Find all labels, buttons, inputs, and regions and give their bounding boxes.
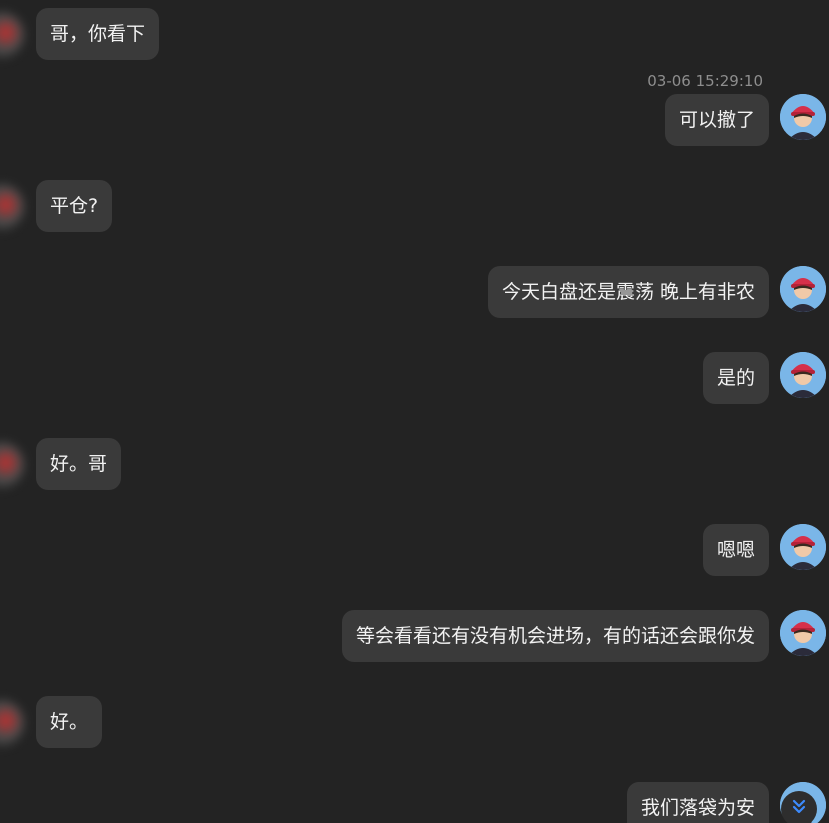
chat-window: 哥，你看下 03-06 15:29:10 可以撤了 平仓? 今天白盘还是震荡 晚… bbox=[0, 0, 829, 823]
user-avatar[interactable] bbox=[780, 266, 826, 312]
contact-avatar[interactable] bbox=[0, 184, 24, 230]
message-bubble-incoming[interactable]: 平仓? bbox=[36, 180, 113, 232]
message-text: 嗯嗯 bbox=[716, 539, 755, 561]
message-timestamp: 03-06 15:29:10 bbox=[647, 72, 763, 90]
message-bubble-incoming[interactable]: 哥，你看下 bbox=[36, 8, 160, 60]
scroll-to-bottom-button[interactable] bbox=[781, 791, 817, 823]
user-avatar[interactable] bbox=[780, 94, 826, 140]
double-chevron-down-icon bbox=[789, 797, 809, 821]
message-bubble-outgoing[interactable]: 嗯嗯 bbox=[702, 524, 769, 576]
message-text: 是的 bbox=[716, 367, 755, 389]
message-bubble-incoming[interactable]: 好。哥 bbox=[36, 438, 122, 490]
message-text: 平仓? bbox=[50, 195, 99, 217]
contact-avatar[interactable] bbox=[0, 442, 24, 488]
user-avatar[interactable] bbox=[780, 352, 826, 398]
message-bubble-incoming[interactable]: 好。 bbox=[36, 696, 103, 748]
message-text: 好。 bbox=[50, 711, 89, 733]
message-text: 好。哥 bbox=[50, 453, 108, 475]
message-bubble-outgoing[interactable]: 我们落袋为安 bbox=[626, 782, 769, 823]
message-text: 今天白盘还是震荡 晚上有非农 bbox=[501, 281, 755, 303]
message-text: 等会看看还有没有机会进场，有的话还会跟你发 bbox=[355, 625, 755, 647]
message-bubble-outgoing[interactable]: 可以撤了 bbox=[664, 94, 769, 146]
contact-avatar[interactable] bbox=[0, 700, 24, 746]
message-bubble-outgoing[interactable]: 是的 bbox=[702, 352, 769, 404]
user-avatar[interactable] bbox=[780, 610, 826, 656]
message-bubble-outgoing[interactable]: 等会看看还有没有机会进场，有的话还会跟你发 bbox=[341, 610, 769, 662]
message-text: 哥，你看下 bbox=[50, 23, 146, 45]
contact-avatar[interactable] bbox=[0, 12, 24, 58]
message-text: 可以撤了 bbox=[678, 109, 755, 131]
user-avatar[interactable] bbox=[780, 524, 826, 570]
message-text: 我们落袋为安 bbox=[640, 797, 755, 819]
message-bubble-outgoing[interactable]: 今天白盘还是震荡 晚上有非农 bbox=[487, 266, 769, 318]
